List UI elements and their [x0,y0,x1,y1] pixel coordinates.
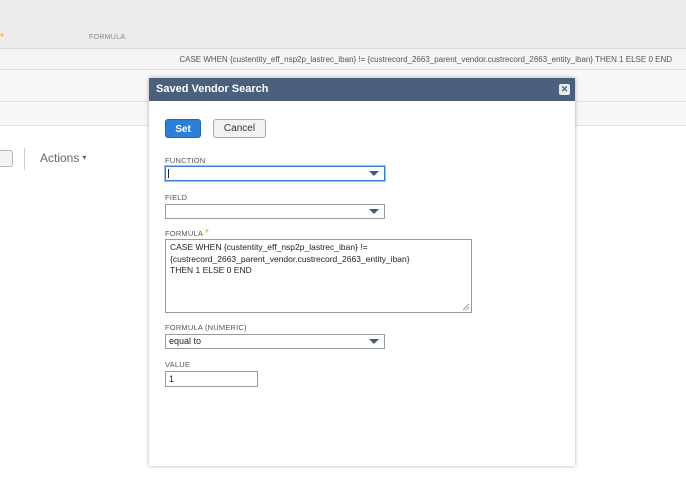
dialog-title: Saved Vendor Search [156,83,269,95]
formula-numeric-value: equal to [169,336,202,346]
formula-line-3: THEN 1 ELSE 0 END [170,265,252,275]
formula-line-2: {custrecord_2663_parent_vendor.custrecor… [170,253,410,264]
formula-label: FORMULA * [165,228,209,239]
actions-menu[interactable]: Actions ▾ [40,151,86,165]
function-label: FUNCTION [165,156,206,165]
required-star: * [0,32,4,43]
field-label: FIELD [165,193,188,202]
value-input[interactable]: 1 [165,371,258,387]
formula-textarea[interactable]: CASE WHEN {custentity_eff_nsp2p_lastrec_… [165,239,472,313]
actions-label: Actions [40,151,80,165]
page-top-bar [0,0,686,27]
chevron-down-icon [369,209,379,214]
formula-numeric-label: FORMULA (NUMERIC) [165,323,247,332]
cancel-button[interactable]: Cancel [213,119,266,138]
formula-row-text: CASE WHEN {custentity_eff_nsp2p_lastrec_… [179,55,672,64]
set-button[interactable]: Set [165,119,201,138]
toolbar-button-stub[interactable] [0,150,13,167]
value-label: VALUE [165,360,191,369]
resize-handle-icon[interactable] [463,304,469,310]
formula-line-1: CASE WHEN {custentity_eff_nsp2p_lastrec_… [170,242,368,252]
chevron-down-icon [369,339,379,344]
chevron-down-icon [369,171,379,176]
column-header-formula: FORMULA [89,34,126,41]
formula-numeric-select[interactable]: equal to [165,334,385,349]
formula-label-text: FORMULA [165,229,203,238]
text-cursor [168,169,169,178]
chevron-down-icon: ▾ [82,153,87,162]
dialog-header: Saved Vendor Search ✕ [149,78,575,101]
toolbar-divider [24,148,25,170]
required-star: * [204,228,210,239]
saved-vendor-search-dialog: Saved Vendor Search ✕ Set Cancel FUNCTIO… [149,78,575,466]
results-formula-row[interactable]: CASE WHEN {custentity_eff_nsp2p_lastrec_… [0,49,686,70]
close-icon[interactable]: ✕ [559,84,570,95]
function-select[interactable] [165,166,385,181]
results-column-header-row: * FORMULA [0,27,686,49]
field-select[interactable] [165,204,385,219]
